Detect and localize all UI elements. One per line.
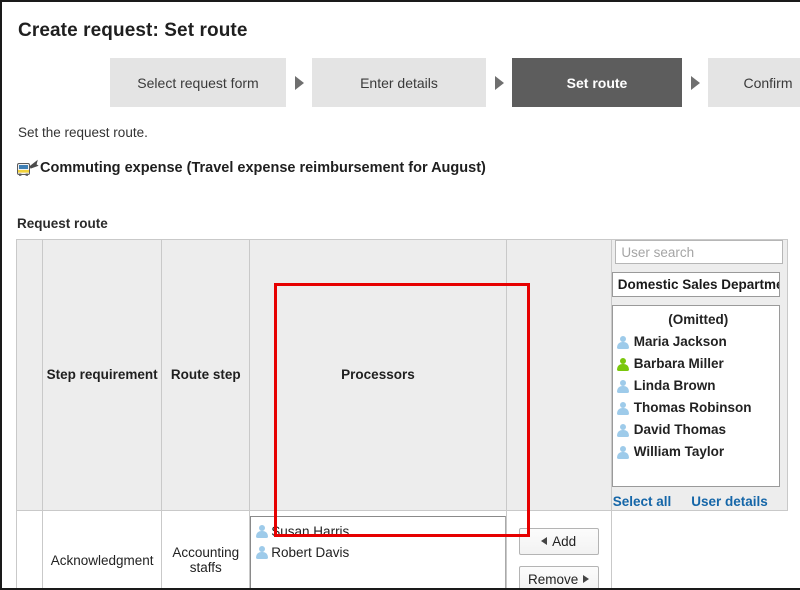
header-step-requirement: Step requirement bbox=[42, 239, 163, 511]
select-all-link[interactable]: Select all bbox=[613, 494, 672, 510]
request-form-title-text: Commuting expense (Travel expense reimbu… bbox=[40, 160, 486, 176]
step-confirm[interactable]: Confirm bbox=[708, 58, 800, 107]
remove-button[interactable]: Remove bbox=[518, 565, 599, 588]
table-header-row: Step requirement Route step Processors D… bbox=[15, 239, 789, 511]
user-list-omitted-label: (Omitted) bbox=[668, 312, 729, 327]
user-icon bbox=[617, 357, 630, 371]
processor-name: Robert Davis bbox=[271, 544, 350, 560]
organization-select-value: Domestic Sales Department bbox=[617, 276, 780, 292]
list-item[interactable]: Barbara Miller bbox=[617, 353, 779, 375]
user-icon bbox=[617, 445, 630, 459]
remove-button-label: Remove bbox=[528, 571, 579, 587]
list-item[interactable]: David Thomas bbox=[617, 419, 779, 441]
header-buttons-spacer bbox=[505, 239, 612, 511]
step-navigation: Select request form Enter details Set ro… bbox=[110, 58, 800, 107]
user-name: Barbara Miller bbox=[633, 356, 724, 371]
page-description: Set the request route. bbox=[18, 125, 148, 140]
arrow-right-icon bbox=[583, 575, 590, 584]
user-icon bbox=[617, 423, 630, 437]
list-item[interactable]: Susan Harris bbox=[255, 521, 500, 542]
step-separator-arrow-icon bbox=[486, 58, 512, 107]
add-button[interactable]: Add bbox=[518, 527, 599, 555]
step-set-route[interactable]: Set route bbox=[512, 58, 682, 107]
list-item[interactable]: Thomas Robinson bbox=[617, 397, 779, 419]
user-name: William Taylor bbox=[633, 444, 725, 459]
transport-bus-plane-icon bbox=[17, 159, 39, 177]
user-name: Thomas Robinson bbox=[633, 400, 752, 415]
step-separator-arrow-icon bbox=[286, 58, 312, 107]
request-route-table: Step requirement Route step Processors D… bbox=[15, 239, 789, 588]
user-details-link[interactable]: User details bbox=[691, 494, 768, 510]
route-direction-arrow-icon bbox=[15, 509, 44, 588]
organization-select[interactable]: Domestic Sales Department bbox=[611, 272, 780, 297]
user-icon bbox=[255, 524, 268, 539]
user-icon bbox=[617, 401, 630, 415]
user-search-input[interactable] bbox=[615, 240, 784, 264]
list-item[interactable]: Robert Davis bbox=[255, 542, 500, 563]
user-icon bbox=[617, 379, 630, 393]
processors-box[interactable]: Susan Harris Robert Davis bbox=[250, 515, 506, 588]
section-label-request-route: Request route bbox=[17, 216, 108, 231]
user-icon bbox=[617, 335, 630, 349]
user-list[interactable]: (Omitted) Maria Jackson Barbara Miller L… bbox=[611, 305, 780, 487]
list-item[interactable]: William Taylor bbox=[617, 441, 779, 463]
list-item[interactable]: Maria Jackson bbox=[617, 331, 779, 353]
header-route-step: Route step bbox=[161, 239, 251, 511]
user-name: Maria Jackson bbox=[633, 334, 727, 349]
user-icon bbox=[255, 545, 268, 560]
step-separator-arrow-icon bbox=[682, 58, 708, 107]
cell-processors: Susan Harris Robert Davis bbox=[249, 509, 507, 588]
step-select-request-form[interactable]: Select request form bbox=[110, 58, 286, 107]
header-processors: Processors bbox=[249, 239, 507, 511]
add-button-label: Add bbox=[552, 533, 577, 549]
processor-name: Susan Harris bbox=[271, 523, 350, 539]
header-arrow bbox=[15, 239, 44, 511]
cell-step-requirement: Acknowledgment bbox=[42, 509, 163, 588]
user-search-panel: Domestic Sales Department (Omitted) Mari… bbox=[610, 239, 789, 511]
step-enter-details[interactable]: Enter details bbox=[312, 58, 486, 107]
cell-route-step: Accounting staffs bbox=[161, 509, 251, 588]
page-root: Create request: Set route Select request… bbox=[0, 0, 800, 590]
user-name: Linda Brown bbox=[633, 378, 716, 393]
request-form-title: Commuting expense (Travel expense reimbu… bbox=[17, 159, 486, 177]
table-row: Acknowledgment Accounting staffs Susan H… bbox=[15, 509, 788, 588]
user-list-actions: Select all User details bbox=[612, 494, 787, 510]
page-title: Create request: Set route bbox=[18, 20, 248, 41]
user-name: David Thomas bbox=[633, 422, 727, 437]
list-item[interactable]: Linda Brown bbox=[617, 375, 779, 397]
arrow-left-icon bbox=[541, 537, 548, 546]
cell-row-actions: Add Remove bbox=[505, 509, 612, 588]
